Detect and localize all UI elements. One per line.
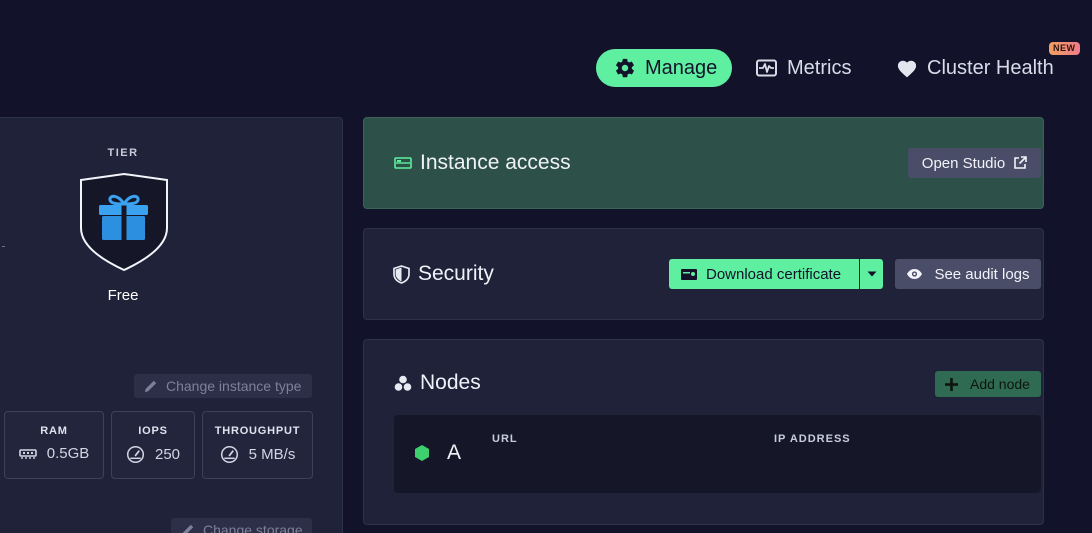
change-storage-label: Change storage xyxy=(203,522,303,533)
throughput-card: THROUGHPUT 5 MB/s xyxy=(202,411,313,479)
memory-icon xyxy=(18,448,37,459)
ram-value: 0.5GB xyxy=(46,445,90,462)
add-node-button[interactable]: Add node xyxy=(935,371,1041,397)
download-certificate-label: Download certificate xyxy=(706,265,842,283)
open-studio-button[interactable]: Open Studio xyxy=(908,148,1041,178)
security-title: Security xyxy=(393,262,494,286)
column-header-ip-address: IP ADDRESS xyxy=(774,433,851,445)
change-storage-button[interactable]: Change storage xyxy=(171,518,312,533)
heart-icon xyxy=(897,60,917,78)
ram-title: RAM xyxy=(40,425,68,437)
tab-manage-label: Manage xyxy=(645,56,718,79)
pencil-icon xyxy=(182,524,194,533)
nodes-title: Nodes xyxy=(394,371,481,395)
change-instance-type-label: Change instance type xyxy=(166,378,302,394)
tab-manage[interactable]: Manage xyxy=(596,49,732,87)
throughput-title: THROUGHPUT xyxy=(214,425,301,437)
tab-metrics-label: Metrics xyxy=(787,56,852,79)
download-certificate-button[interactable]: Download certificate xyxy=(669,259,859,289)
nodes-cluster-icon xyxy=(394,375,412,391)
throughput-value: 5 MB/s xyxy=(248,446,296,463)
gear-icon xyxy=(616,58,634,78)
node-status-icon xyxy=(415,445,429,461)
shield-gift-icon xyxy=(78,172,170,277)
tab-cluster-health-label: Cluster Health xyxy=(927,56,1054,79)
security-label: Security xyxy=(418,262,494,285)
add-node-label: Add node xyxy=(970,376,1030,392)
iops-card: IOPS 250 xyxy=(111,411,195,479)
open-studio-label: Open Studio xyxy=(921,154,1006,172)
new-badge: NEW xyxy=(1049,42,1080,55)
tier-heading: TIER xyxy=(107,147,139,159)
caret-down-icon xyxy=(867,271,876,277)
change-instance-type-button[interactable]: Change instance type xyxy=(134,374,312,398)
shield-icon xyxy=(393,264,410,284)
gauge-icon xyxy=(220,445,238,464)
node-table xyxy=(394,415,1041,493)
download-options-dropdown[interactable] xyxy=(860,259,883,289)
server-icon xyxy=(394,157,412,169)
external-link-icon xyxy=(1014,156,1028,169)
iops-value: 250 xyxy=(154,446,181,463)
eye-icon xyxy=(907,269,923,279)
column-header-url: URL xyxy=(492,433,518,445)
see-audit-logs-label: See audit logs xyxy=(934,265,1030,283)
plus-icon xyxy=(945,377,958,391)
certificate-icon xyxy=(681,268,697,280)
nodes-label: Nodes xyxy=(420,371,481,394)
pulse-monitor-icon xyxy=(756,59,777,77)
top-nav: Manage Metrics Cluster Health xyxy=(596,49,1054,87)
instance-access-title: Instance access xyxy=(394,151,571,175)
tab-cluster-health[interactable]: Cluster Health xyxy=(896,49,1066,87)
iops-title: IOPS xyxy=(138,425,168,437)
node-name[interactable]: A xyxy=(447,441,461,465)
edge-mark xyxy=(2,246,5,247)
instance-access-label: Instance access xyxy=(420,151,571,174)
tier-name: Free xyxy=(107,287,139,304)
tab-metrics[interactable]: Metrics xyxy=(756,49,856,87)
ram-card: RAM 0.5GB xyxy=(4,411,104,479)
pencil-icon xyxy=(145,380,157,392)
see-audit-logs-button[interactable]: See audit logs xyxy=(895,259,1041,289)
gauge-icon xyxy=(126,445,145,464)
